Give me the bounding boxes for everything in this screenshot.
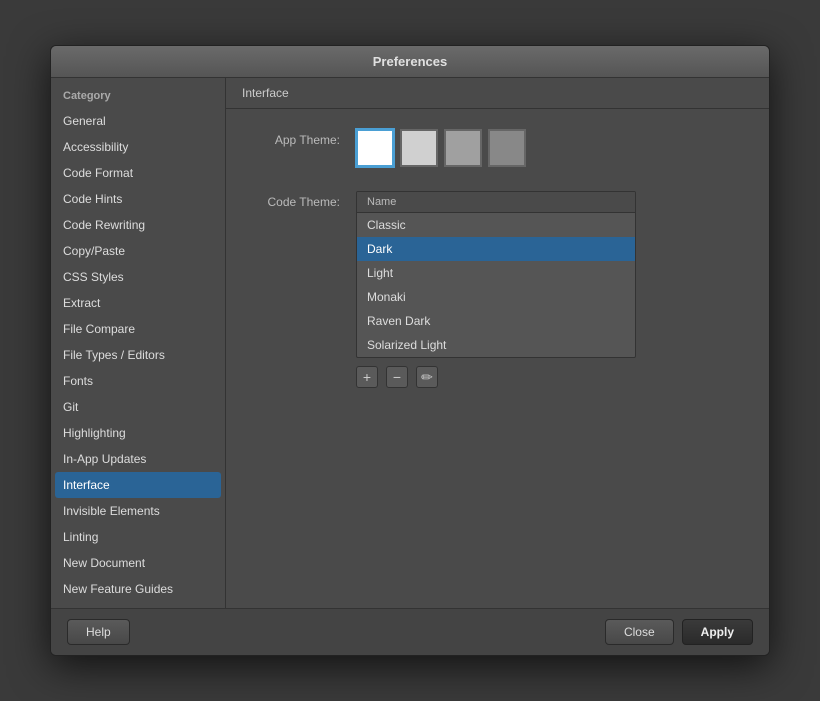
sidebar-item-file-compare[interactable]: File Compare	[55, 316, 221, 342]
theme-swatches	[356, 129, 526, 167]
help-button[interactable]: Help	[67, 619, 130, 645]
sidebar-item-linting[interactable]: Linting	[55, 524, 221, 550]
add-theme-button[interactable]: +	[356, 366, 378, 388]
sidebar-item-new-feature-guides[interactable]: New Feature Guides	[55, 576, 221, 602]
sidebar-item-file-types-editors[interactable]: File Types / Editors	[55, 342, 221, 368]
preferences-dialog: Preferences Category GeneralAccessibilit…	[50, 45, 770, 656]
edit-theme-button[interactable]: ✏	[416, 366, 438, 388]
footer: Help Close Apply	[51, 608, 769, 655]
footer-right: Close Apply	[605, 619, 753, 645]
sidebar-item-css-styles[interactable]: CSS Styles	[55, 264, 221, 290]
sidebar-item-interface[interactable]: Interface	[55, 472, 221, 498]
theme-actions: + − ✏	[356, 366, 636, 388]
sidebar-item-invisible-elements[interactable]: Invisible Elements	[55, 498, 221, 524]
panel-header: Interface	[226, 78, 769, 109]
code-theme-items: ClassicDarkLightMonakiRaven DarkSolarize…	[357, 213, 635, 357]
code-theme-row: Code Theme: Name ClassicDarkLightMonakiR…	[256, 191, 739, 388]
code-theme-item-solarized-light[interactable]: Solarized Light	[357, 333, 635, 357]
main-panel: Interface App Theme: Code Theme:	[226, 78, 769, 608]
sidebar-item-new-document[interactable]: New Document	[55, 550, 221, 576]
app-theme-label: App Theme:	[256, 129, 356, 147]
sidebar-header: Category	[55, 86, 221, 108]
sidebar-item-in-app-updates[interactable]: In-App Updates	[55, 446, 221, 472]
swatch-white[interactable]	[356, 129, 394, 167]
app-theme-row: App Theme:	[256, 129, 739, 167]
code-theme-container: Name ClassicDarkLightMonakiRaven DarkSol…	[356, 191, 636, 388]
sidebar-item-code-format[interactable]: Code Format	[55, 160, 221, 186]
dialog-title: Preferences	[373, 54, 447, 69]
code-theme-item-monaki[interactable]: Monaki	[357, 285, 635, 309]
code-theme-item-light[interactable]: Light	[357, 261, 635, 285]
code-theme-item-classic[interactable]: Classic	[357, 213, 635, 237]
content-area: Category GeneralAccessibilityCode Format…	[51, 78, 769, 608]
sidebar-item-code-rewriting[interactable]: Code Rewriting	[55, 212, 221, 238]
sidebar-item-copy-paste[interactable]: Copy/Paste	[55, 238, 221, 264]
remove-theme-button[interactable]: −	[386, 366, 408, 388]
sidebar-item-code-hints[interactable]: Code Hints	[55, 186, 221, 212]
swatch-darkgray[interactable]	[488, 129, 526, 167]
sidebar-item-extract[interactable]: Extract	[55, 290, 221, 316]
title-bar: Preferences	[51, 46, 769, 78]
close-button[interactable]: Close	[605, 619, 674, 645]
sidebar-item-php[interactable]: PHP	[55, 602, 221, 608]
panel-content: App Theme: Code Theme: Name ClassicD	[226, 109, 769, 432]
sidebar-item-fonts[interactable]: Fonts	[55, 368, 221, 394]
sidebar-item-general[interactable]: General	[55, 108, 221, 134]
sidebar-items-container: GeneralAccessibilityCode FormatCode Hint…	[55, 108, 221, 608]
code-theme-item-raven-dark[interactable]: Raven Dark	[357, 309, 635, 333]
swatch-lightgray[interactable]	[400, 129, 438, 167]
sidebar: Category GeneralAccessibilityCode Format…	[51, 78, 226, 608]
sidebar-item-accessibility[interactable]: Accessibility	[55, 134, 221, 160]
code-theme-item-dark[interactable]: Dark	[357, 237, 635, 261]
code-theme-label: Code Theme:	[256, 191, 356, 209]
swatch-gray[interactable]	[444, 129, 482, 167]
code-theme-list: Name ClassicDarkLightMonakiRaven DarkSol…	[356, 191, 636, 358]
sidebar-item-highlighting[interactable]: Highlighting	[55, 420, 221, 446]
apply-button[interactable]: Apply	[682, 619, 753, 645]
sidebar-item-git[interactable]: Git	[55, 394, 221, 420]
code-theme-list-header: Name	[357, 192, 635, 213]
